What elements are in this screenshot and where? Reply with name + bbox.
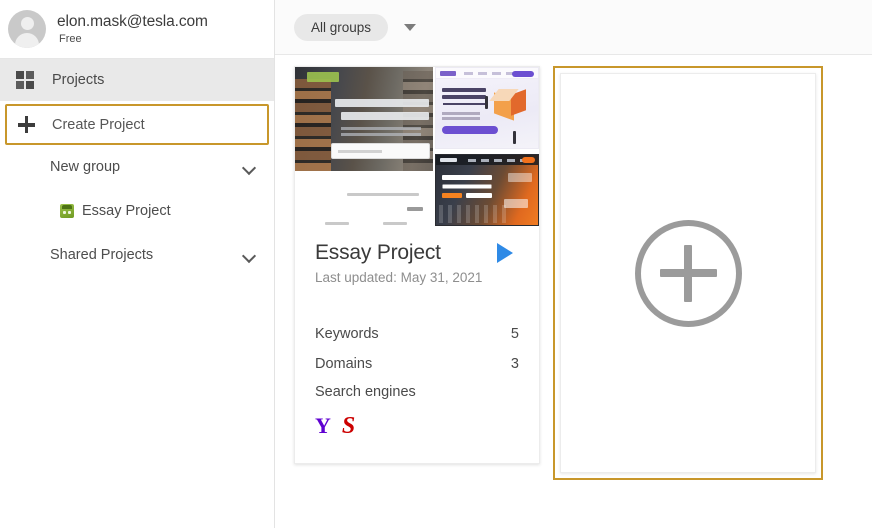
card-bottom-spacer [315,445,519,463]
thumbnail-seo-tool-page [435,67,539,149]
thumbnail-rank-tracking-page [435,154,539,226]
create-project-button[interactable]: Create Project [5,104,269,145]
sidebar-group-label: New group [50,159,121,175]
sidebar-project-essay-project[interactable]: Essay Project [0,189,274,233]
thumbnail-body-line [407,207,423,211]
thumbnail-body-line [347,193,419,196]
thumbnail-nav-links [464,72,518,75]
thumbnail-headline-line-2 [341,112,429,120]
sidebar: elon.mask@tesla.com Free Projects Create… [0,0,275,528]
stat-row-domains: Domains 3 [315,349,519,379]
search-engine-icons: Y S [315,405,519,445]
sidebar-item-projects[interactable]: Projects [0,59,274,101]
chevron-down-icon[interactable] [243,249,256,262]
thumbnail-subtext [341,127,421,130]
stat-value: 3 [510,356,519,372]
sidebar-item-projects-label: Projects [52,72,105,88]
thumbnail-nav-links [468,158,524,162]
seznam-icon: S [341,413,356,439]
caret-down-icon[interactable] [404,23,417,31]
project-card-last-updated: Last updated: May 31, 2021 [315,270,483,285]
sidebar-group-shared-projects[interactable]: Shared Projects [0,233,274,277]
thumbnail-body [295,171,433,227]
account-email: elon.mask@tesla.com [57,13,208,30]
project-thumbnails [295,67,539,227]
thumbnail-hero [295,67,433,171]
play-icon[interactable] [497,243,513,263]
create-project-card-highlight [553,66,823,480]
sidebar-project-label: Essay Project [82,203,171,219]
app-root: elon.mask@tesla.com Free Projects Create… [0,0,872,528]
thumbnail-column [433,67,539,227]
thumbnail-city-silhouette [439,205,509,223]
thumbnail-headline-line-3 [466,193,492,198]
thumbnail-bookshelf-left [295,79,331,171]
project-card-stats: Keywords 5 Domains 3 Search engines Y S [315,319,519,445]
thumbnail-headline [442,175,492,180]
account-header[interactable]: elon.mask@tesla.com Free [0,0,274,58]
thumbnail-site-logo [440,158,457,162]
thumbnail-site-logo [307,72,339,82]
thumbnail-body-line [325,222,349,225]
account-text: elon.mask@tesla.com Free [57,13,208,45]
chevron-down-icon[interactable] [243,161,256,174]
main-content: All groups Essay Project Last updated: M… [275,0,872,528]
thumbnail-nav-button [522,157,535,163]
thumbnail-headline-accent [442,193,462,198]
project-card-body: Essay Project Last updated: May 31, 2021… [295,227,539,463]
create-project-label: Create Project [52,116,145,133]
thumbnail-headline-line-1 [335,99,429,107]
account-plan-badge: Free [59,33,82,45]
sidebar-group-label: Shared Projects [50,247,154,263]
project-card-title: Essay Project [315,241,441,264]
thumbnail-cta-button [442,126,498,134]
plus-icon [16,115,36,135]
stat-row-keywords: Keywords 5 [315,319,519,349]
thumbnail-panel [508,173,532,182]
stat-label: Keywords [315,326,379,342]
project-cards-grid: Essay Project Last updated: May 31, 2021… [275,55,872,480]
group-filter-label: All groups [311,19,372,35]
thumbnail-essay-homepage [295,67,433,227]
create-project-card[interactable] [560,73,816,473]
thumbnail-headline [442,88,486,92]
stat-label: Domains [315,356,373,372]
site-favicon-icon [60,204,74,218]
thumbnail-pen-illustration [485,96,488,109]
stat-value: 5 [510,326,519,342]
project-card-title-row: Essay Project [315,241,519,265]
sidebar-group-new-group[interactable]: New group [0,145,274,189]
thumbnail-nav-button [512,70,534,77]
thumbnail-paragraph [442,112,480,115]
user-avatar-icon [8,10,46,48]
yahoo-icon: Y [315,413,331,438]
search-engines-label: Search engines [315,384,416,400]
thumbnail-site-logo [440,71,456,76]
thumbnail-search-field [331,143,430,159]
thumbnail-cube-illustration [489,88,528,124]
thumbnail-pen-illustration [513,131,516,144]
grid-icon [16,71,34,89]
group-filter-chip[interactable]: All groups [294,13,389,41]
plus-circle-icon[interactable] [634,219,742,327]
toolbar: All groups [275,0,872,55]
thumbnail-body-line [383,222,407,225]
project-card-essay-project[interactable]: Essay Project Last updated: May 31, 2021… [294,66,540,464]
